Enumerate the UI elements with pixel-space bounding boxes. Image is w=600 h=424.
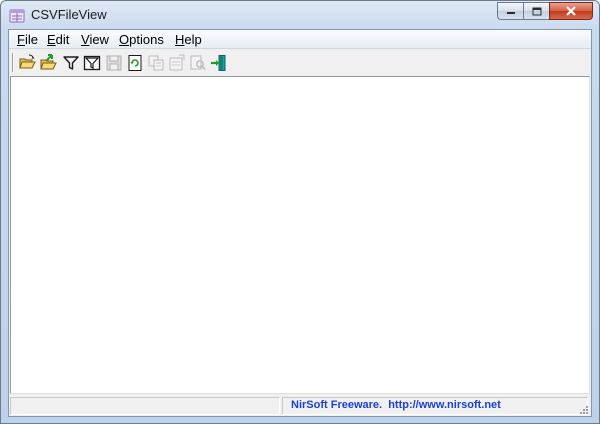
app-window: CSVFileView File Edit View Options Help … [0, 0, 600, 424]
refresh-icon[interactable] [126, 54, 144, 72]
menu-help[interactable]: Help [175, 32, 202, 47]
copy-icon[interactable] [147, 54, 165, 72]
toolbar [9, 50, 591, 76]
menu-file[interactable]: File [17, 32, 38, 47]
maximize-button[interactable] [523, 2, 549, 20]
save-icon[interactable] [105, 54, 123, 72]
csv-data-list[interactable] [10, 76, 590, 394]
menu-view[interactable]: View [81, 32, 109, 47]
csv-file-icon [9, 9, 25, 23]
filter-icon[interactable] [62, 54, 80, 72]
find-icon[interactable] [189, 54, 207, 72]
window-title: CSVFileView [31, 7, 107, 22]
minimize-button[interactable] [497, 2, 523, 20]
menu-bar: File Edit View Options Help [9, 30, 591, 49]
advanced-filter-icon[interactable] [83, 54, 101, 72]
menu-edit[interactable]: Edit [47, 32, 69, 47]
menu-options[interactable]: Options [119, 32, 164, 47]
close-button[interactable] [549, 2, 593, 20]
status-bar: NirSoft Freeware. http://www.nirsoft.net [10, 396, 590, 416]
properties-icon[interactable] [168, 54, 186, 72]
client-area: File Edit View Options Help NirSoft Free… [8, 29, 592, 417]
window-controls [497, 2, 593, 20]
resize-grip-icon[interactable] [579, 405, 589, 415]
toolbar-grip[interactable] [12, 53, 14, 72]
title-bar[interactable]: CSVFileView [1, 1, 599, 29]
exit-icon[interactable] [210, 54, 228, 72]
minimize-icon [506, 12, 515, 14]
status-cell-records [10, 397, 280, 415]
open-folder-icon[interactable] [18, 54, 36, 72]
nirsoft-link[interactable]: NirSoft Freeware. http://www.nirsoft.net [291, 399, 501, 411]
open-folder-green-arrow-icon[interactable] [39, 54, 57, 72]
maximize-icon [532, 7, 541, 15]
close-icon [566, 6, 576, 16]
